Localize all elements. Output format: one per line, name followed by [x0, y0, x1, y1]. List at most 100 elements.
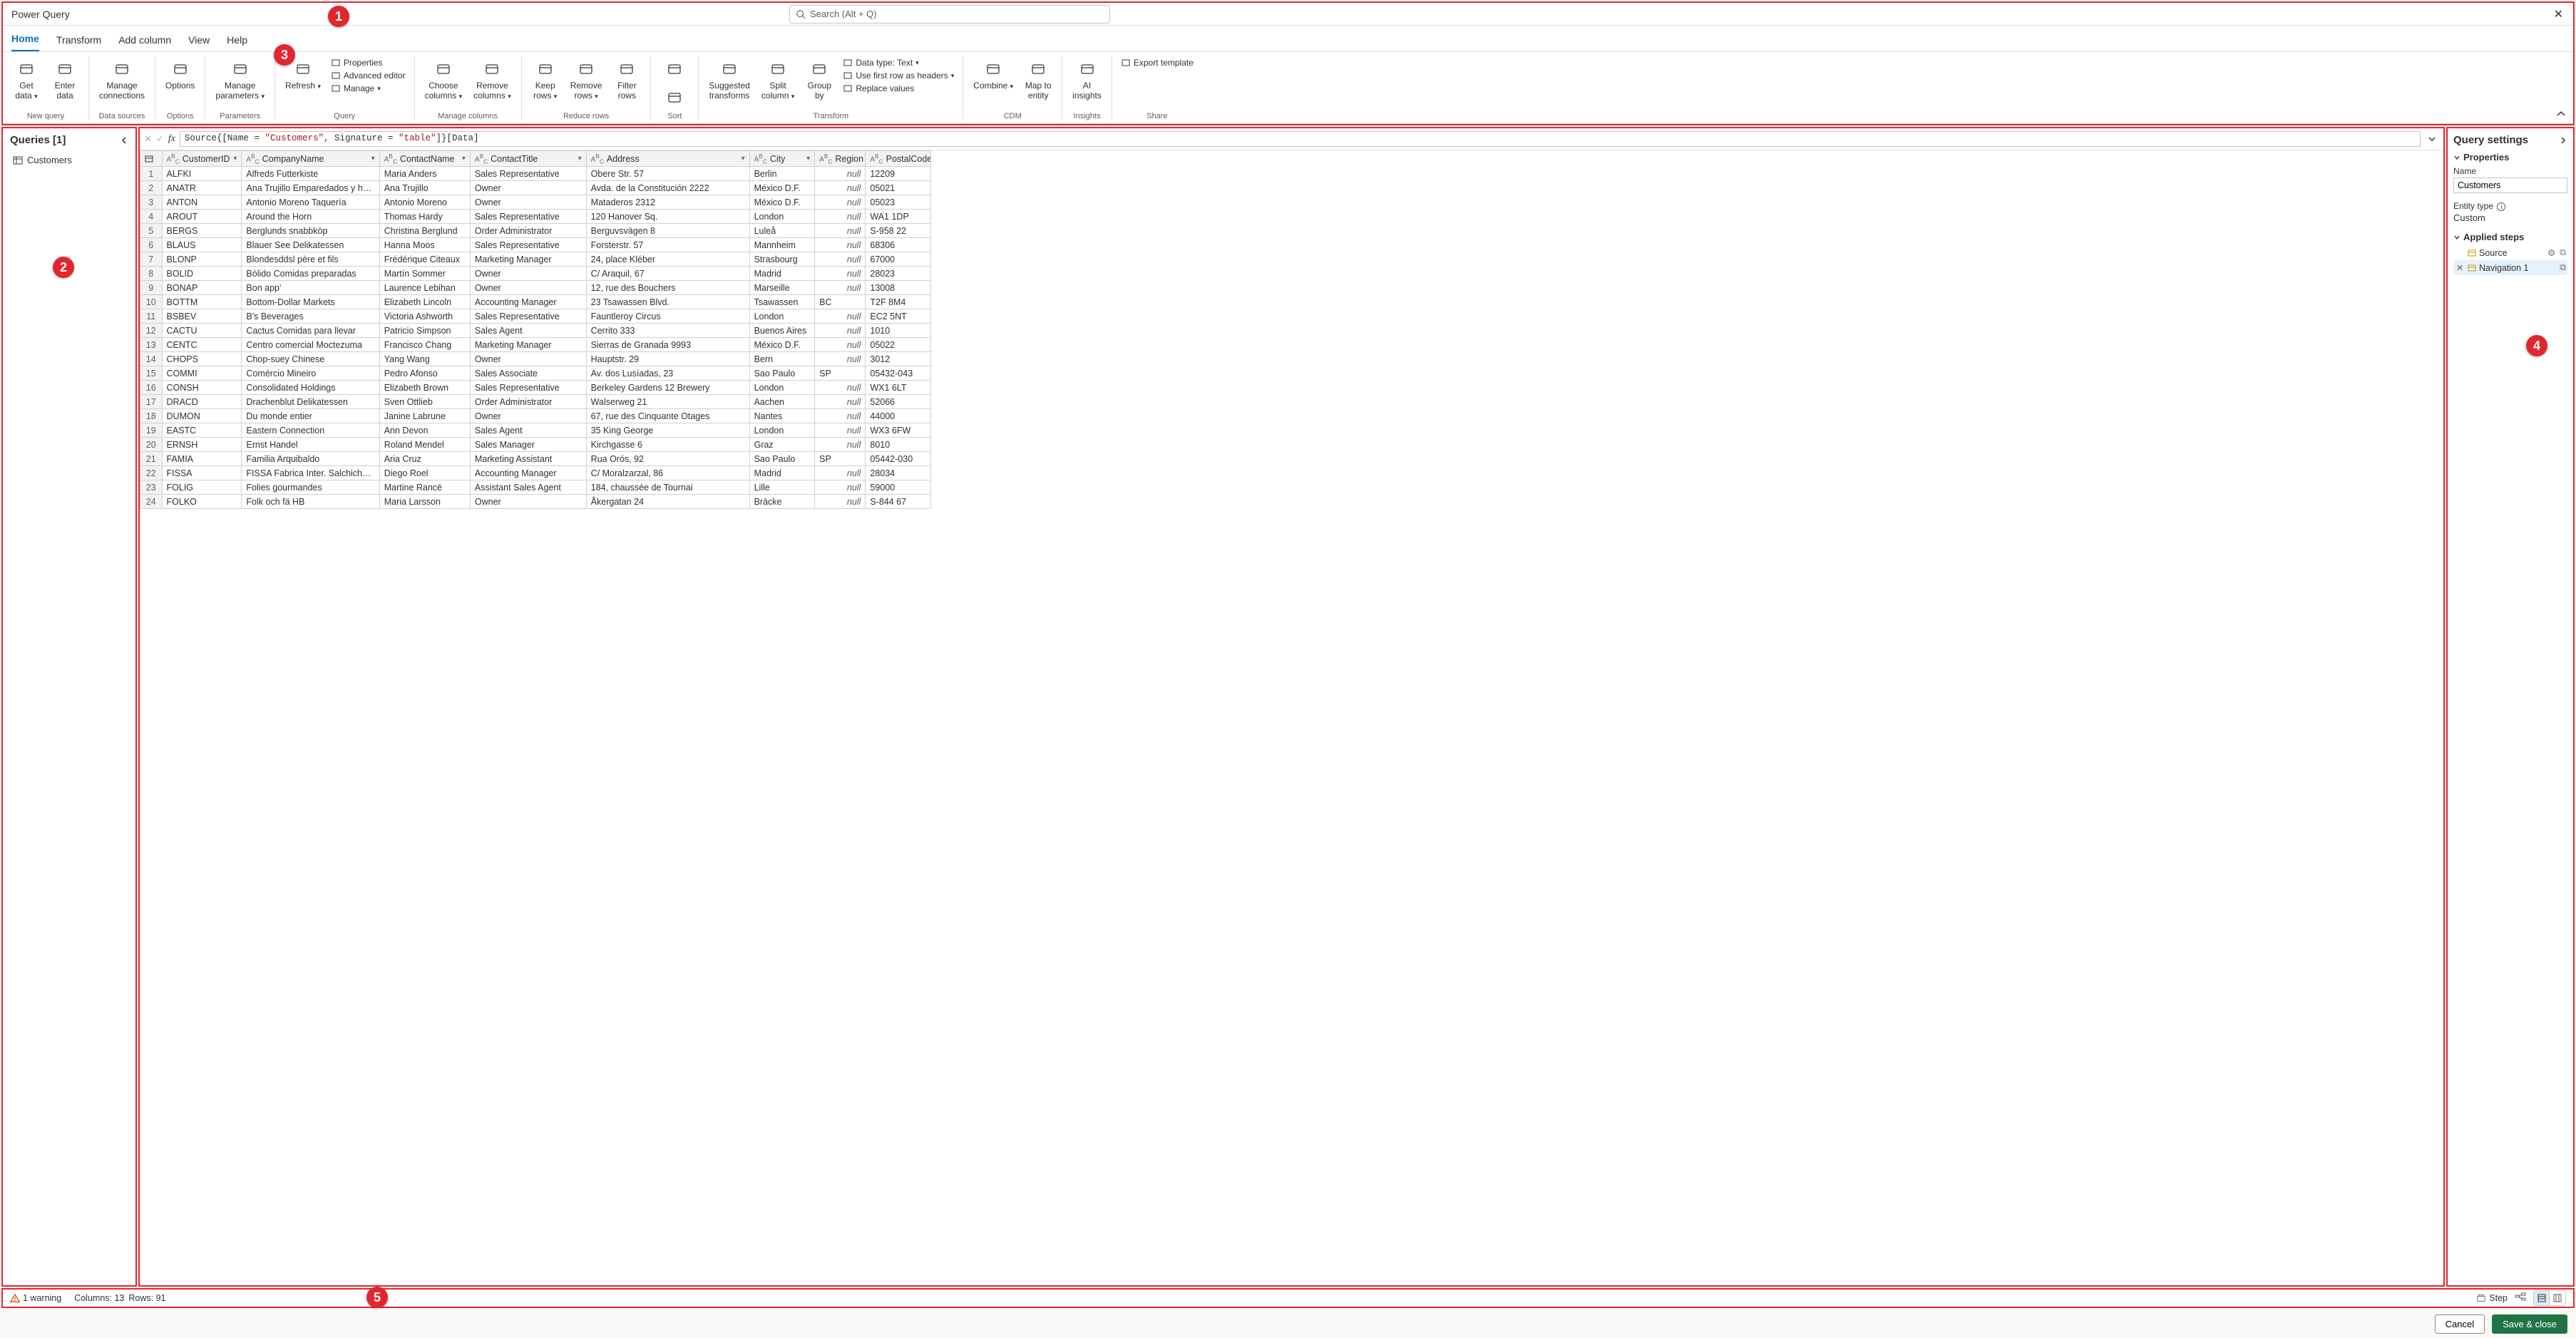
- table-row[interactable]: 13CENTCCentro comercial MoctezumaFrancis…: [140, 338, 931, 352]
- cell[interactable]: Maria Larsson: [379, 495, 470, 509]
- cell[interactable]: ERNSH: [162, 438, 242, 452]
- table-row[interactable]: 1ALFKIAlfreds FutterkisteMaria AndersSal…: [140, 167, 931, 181]
- cell[interactable]: Elizabeth Brown: [379, 381, 470, 395]
- cell[interactable]: Ana Trujillo Emparedados y helados: [242, 181, 379, 195]
- warning-indicator[interactable]: 1 warning: [10, 1293, 61, 1303]
- row-number[interactable]: 19: [140, 423, 163, 438]
- cell[interactable]: null: [815, 267, 866, 281]
- cell[interactable]: null: [815, 324, 866, 338]
- row-number[interactable]: 18: [140, 409, 163, 423]
- cell[interactable]: 28034: [866, 466, 931, 480]
- cell[interactable]: Nantes: [749, 409, 815, 423]
- cell[interactable]: DRACD: [162, 395, 242, 409]
- cell[interactable]: Berguvsvägen 8: [586, 224, 749, 238]
- cell[interactable]: 59000: [866, 480, 931, 495]
- cell[interactable]: 8010: [866, 438, 931, 452]
- cell[interactable]: London: [749, 423, 815, 438]
- column-filter-icon[interactable]: ▾: [578, 155, 582, 163]
- table-row[interactable]: 20ERNSHErnst HandelRoland MendelSales Ma…: [140, 438, 931, 452]
- data-view-button[interactable]: [2534, 1291, 2550, 1305]
- cell[interactable]: 12209: [866, 167, 931, 181]
- table-row[interactable]: 7BLONPBlondesddsl père et filsFrédérique…: [140, 252, 931, 267]
- cell[interactable]: Sales Representative: [470, 210, 586, 224]
- cell[interactable]: Drachenblut Delikatessen: [242, 395, 379, 409]
- cell[interactable]: Bern: [749, 352, 815, 366]
- cell[interactable]: null: [815, 252, 866, 267]
- cell[interactable]: 120 Hanover Sq.: [586, 210, 749, 224]
- row-number[interactable]: 12: [140, 324, 163, 338]
- column-filter-icon[interactable]: ▾: [806, 155, 810, 163]
- cell[interactable]: Sales Associate: [470, 366, 586, 381]
- cell[interactable]: null: [815, 438, 866, 452]
- cell[interactable]: C/ Araquil, 67: [586, 267, 749, 281]
- table-row[interactable]: 22FISSAFISSA Fabrica Inter. Salchichas S…: [140, 466, 931, 480]
- close-button[interactable]: ✕: [2550, 7, 2567, 21]
- row-number[interactable]: 20: [140, 438, 163, 452]
- column-header[interactable]: ABCPostalCode▾: [866, 151, 931, 167]
- cell[interactable]: London: [749, 381, 815, 395]
- cell[interactable]: null: [815, 195, 866, 210]
- cell[interactable]: BONAP: [162, 281, 242, 295]
- advanced-editor-button[interactable]: Advanced editor: [328, 69, 409, 82]
- cell[interactable]: BERGS: [162, 224, 242, 238]
- replace-values-button[interactable]: Replace values: [840, 82, 957, 95]
- sort-asc-button[interactable]: [657, 56, 692, 82]
- column-header[interactable]: ABCCity▾: [749, 151, 815, 167]
- cell[interactable]: 184, chaussée de Tournai: [586, 480, 749, 495]
- cell[interactable]: 67000: [866, 252, 931, 267]
- choose-columns-button[interactable]: Choosecolumns ▾: [421, 56, 467, 103]
- get-data-button[interactable]: Getdata ▾: [9, 56, 44, 103]
- cell[interactable]: CENTC: [162, 338, 242, 352]
- cell[interactable]: S-844 67: [866, 495, 931, 509]
- cell[interactable]: Folk och fä HB: [242, 495, 379, 509]
- cell[interactable]: Thomas Hardy: [379, 210, 470, 224]
- cell[interactable]: Sierras de Granada 9993: [586, 338, 749, 352]
- row-number[interactable]: 16: [140, 381, 163, 395]
- cell[interactable]: Owner: [470, 352, 586, 366]
- cell[interactable]: Åkergatan 24: [586, 495, 749, 509]
- filter-rows-button[interactable]: Filterrows: [609, 56, 645, 103]
- cell[interactable]: Comércio Mineiro: [242, 366, 379, 381]
- cell[interactable]: Victoria Ashworth: [379, 309, 470, 324]
- cell[interactable]: Bon app': [242, 281, 379, 295]
- column-header[interactable]: ABCContactName▾: [379, 151, 470, 167]
- cell[interactable]: Roland Mendel: [379, 438, 470, 452]
- remove-columns-button[interactable]: Removecolumns ▾: [469, 56, 515, 103]
- column-header[interactable]: ABCAddress▾: [586, 151, 749, 167]
- cell[interactable]: FOLIG: [162, 480, 242, 495]
- cell[interactable]: ANTON: [162, 195, 242, 210]
- step-link-icon[interactable]: ⧉: [2560, 262, 2566, 273]
- cell[interactable]: 44000: [866, 409, 931, 423]
- tab-add-column[interactable]: Add column: [118, 34, 171, 51]
- formula-input[interactable]: Source{[Name = "Customers", Signature = …: [180, 131, 2421, 147]
- column-header[interactable]: ABCCompanyName▾: [242, 151, 379, 167]
- cell[interactable]: C/ Moralzarzal, 86: [586, 466, 749, 480]
- row-number[interactable]: 17: [140, 395, 163, 409]
- cell[interactable]: Antonio Moreno: [379, 195, 470, 210]
- column-header[interactable]: ABCCustomerID▾: [162, 151, 242, 167]
- cell[interactable]: 05442-030: [866, 452, 931, 466]
- cell[interactable]: Pedro Afonso: [379, 366, 470, 381]
- cell[interactable]: null: [815, 409, 866, 423]
- row-number[interactable]: 10: [140, 295, 163, 309]
- cell[interactable]: 67, rue des Cinquante Otages: [586, 409, 749, 423]
- cell[interactable]: 23 Tsawassen Blvd.: [586, 295, 749, 309]
- cell[interactable]: Owner: [470, 281, 586, 295]
- cell[interactable]: Owner: [470, 495, 586, 509]
- cell[interactable]: Bottom-Dollar Markets: [242, 295, 379, 309]
- cell[interactable]: México D.F.: [749, 195, 815, 210]
- column-header[interactable]: ABCContactTitle▾: [470, 151, 586, 167]
- cell[interactable]: SP: [815, 452, 866, 466]
- cell[interactable]: null: [815, 338, 866, 352]
- cell[interactable]: Marketing Manager: [470, 338, 586, 352]
- query-name-input[interactable]: [2453, 177, 2567, 193]
- row-number[interactable]: 1: [140, 167, 163, 181]
- column-filter-icon[interactable]: ▾: [233, 155, 237, 163]
- cell[interactable]: AROUT: [162, 210, 242, 224]
- cell[interactable]: BLONP: [162, 252, 242, 267]
- cell[interactable]: Sales Representative: [470, 238, 586, 252]
- keep-rows-button[interactable]: Keeprows ▾: [528, 56, 563, 103]
- tab-view[interactable]: View: [188, 34, 210, 51]
- cell[interactable]: WX3 6FW: [866, 423, 931, 438]
- cell[interactable]: Ana Trujillo: [379, 181, 470, 195]
